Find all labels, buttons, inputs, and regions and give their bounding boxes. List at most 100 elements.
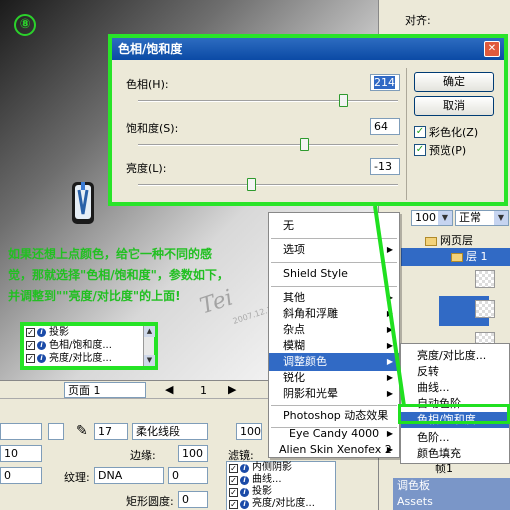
submenu-item-invert[interactable]: 反转 [401, 364, 509, 380]
hue-field[interactable]: 214 [370, 74, 400, 91]
layer-thumbnail[interactable] [475, 300, 495, 318]
ok-button[interactable]: 确定 [414, 72, 494, 92]
tutorial-line: 并调整到""亮度/对比度"的上面! [8, 289, 181, 303]
info-icon: i [37, 341, 46, 350]
lightness-slider-track[interactable] [138, 184, 398, 186]
submenu-item-color-fill[interactable]: 颜色填充 [401, 446, 509, 462]
stroke-color-swatch[interactable] [48, 423, 64, 440]
check-icon[interactable]: ✓ [414, 126, 426, 138]
edge-value-field[interactable]: 100 [178, 445, 208, 462]
menu-item-shadow-glow[interactable]: 阴影和光晕 ▶ [269, 385, 399, 403]
pencil-icon[interactable]: ✎ [76, 423, 88, 439]
folder-icon [451, 252, 463, 262]
align-label: 对齐: [405, 14, 431, 27]
filter-context-menu: 无 选项 ▶ Shield Style 其他 ▶ 斜角和浮雕 ▶ 杂点 ▶ 模糊 ▶ 调整… [268, 212, 400, 458]
filter-list: ✓ i 内侧阴影 ✓ i 曲线... ✓ i 投影 ✓ i 亮度/对比度... [226, 461, 336, 510]
tutorial-text: 如果还想上点颜色，给它一种不同的感 觉，那就选择"色相/饱和度"，参数如下， 并… [8, 244, 278, 307]
submenu-arrow-icon: ▶ [386, 245, 393, 254]
submenu-item-curves[interactable]: 曲线... [401, 380, 509, 396]
checkbox-icon[interactable]: ✓ [229, 499, 238, 509]
cancel-button[interactable]: 取消 [414, 96, 494, 116]
info-icon: i [240, 487, 249, 497]
dialog-title: 色相/饱和度 [118, 42, 183, 56]
lightness-slider-thumb[interactable] [247, 178, 257, 191]
layer-row-1[interactable]: 层 1 [401, 248, 510, 266]
next-page-icon[interactable]: ▶ [228, 383, 236, 396]
lightness-field[interactable]: -13 [370, 158, 400, 175]
mini-filter-list: ✓ i 投影 ✓ i 色相/饱和度... ✓ i 亮度/对比度... ▲ ▼ [20, 322, 158, 370]
checkbox-icon[interactable]: ✓ [229, 475, 238, 485]
colorize-checkbox[interactable]: ✓ 彩色化(Z) [414, 124, 478, 140]
menu-item-options[interactable]: 选项 ▶ [269, 241, 399, 259]
lightness-label: 亮度(L): [126, 162, 167, 175]
dialog-title-bar[interactable]: 色相/饱和度 ✕ [112, 38, 504, 60]
brush-size-field[interactable]: 17 [94, 423, 128, 440]
filter-item[interactable]: ✓ i 投影 [227, 486, 335, 498]
filter-item[interactable]: ✓ i 投影 [24, 326, 154, 339]
filter-item[interactable]: ✓ i 曲线... [227, 474, 335, 486]
close-icon[interactable]: ✕ [484, 41, 500, 57]
saturation-field[interactable]: 64 [370, 118, 400, 135]
scrollbar[interactable]: ▲ ▼ [143, 326, 155, 366]
edge-type-select[interactable]: 柔化线段 [132, 423, 208, 440]
opacity-field[interactable]: 100 [236, 423, 262, 440]
submenu-arrow-icon: ▶ [386, 445, 393, 454]
chevron-down-icon: ▼ [438, 211, 452, 225]
texture-select[interactable]: DNA [94, 467, 164, 484]
preview-checkbox[interactable]: ✓ 预览(P) [414, 142, 466, 158]
texture-amount-field[interactable]: 0 [168, 467, 208, 484]
saturation-slider-thumb[interactable] [300, 138, 310, 151]
menu-separator [271, 262, 397, 263]
menu-separator [271, 286, 397, 287]
page-select[interactable]: 页面 1 [64, 382, 146, 398]
scroll-up-icon[interactable]: ▲ [144, 326, 155, 337]
tutorial-line: 觉，那就选择"色相/饱和度"，参数如下， [8, 268, 229, 282]
info-icon: i [37, 328, 46, 337]
menu-item-none[interactable]: 无 [269, 217, 399, 235]
checkbox-icon[interactable]: ✓ [229, 487, 238, 497]
checkbox-icon[interactable]: ✓ [26, 341, 35, 350]
scroll-down-icon[interactable]: ▼ [144, 355, 155, 366]
tutorial-line: 如果还想上点颜色，给它一种不同的感 [8, 247, 213, 261]
prev-page-icon[interactable]: ◀ [165, 383, 173, 396]
menu-separator [271, 405, 397, 406]
left-field-3[interactable]: 0 [0, 467, 42, 484]
layer-opacity-select[interactable]: 100 ▼ [411, 210, 453, 226]
menu-item-xenofex[interactable]: Alien Skin Xenofex 2 ▶ [269, 441, 399, 459]
menu-item-shield-style[interactable]: Shield Style [269, 265, 399, 283]
left-field-1[interactable] [0, 423, 42, 440]
edge-label: 边缘: [130, 449, 156, 462]
hue-slider-track[interactable] [138, 100, 398, 102]
annotation-highlight-box [398, 404, 510, 424]
step-number-badge: ⑧ [14, 14, 36, 36]
filter-item[interactable]: ✓ i 亮度/对比度... [24, 352, 154, 365]
checkbox-icon[interactable]: ✓ [26, 328, 35, 337]
hue-label: 色相(H): [126, 78, 169, 91]
filter-item[interactable]: ✓ i 内侧阴影 [227, 462, 335, 474]
menu-separator [271, 238, 397, 239]
saturation-slider-track[interactable] [138, 144, 398, 146]
panel-section-palette[interactable]: 调色板 [393, 478, 510, 494]
submenu-item-levels[interactable]: 色阶... [401, 430, 509, 446]
info-icon: i [240, 463, 249, 473]
checkbox-icon[interactable]: ✓ [26, 354, 35, 363]
page-number: 1 [200, 384, 207, 397]
panel-section-assets[interactable]: Assets [393, 494, 510, 510]
filter-item[interactable]: ✓ i 色相/饱和度... [24, 339, 154, 352]
roundness-label: 矩形圆度: [126, 495, 174, 508]
left-field-2[interactable]: 10 [0, 445, 42, 462]
chevron-down-icon: ▼ [494, 211, 508, 225]
info-icon: i [240, 499, 249, 509]
checkbox-icon[interactable]: ✓ [229, 463, 238, 473]
menu-item-photoshop-effects[interactable]: Photoshop 动态效果 [269, 407, 399, 425]
info-icon: i [37, 354, 46, 363]
blend-mode-select[interactable]: 正常 ▼ [455, 210, 509, 226]
layer-thumbnail[interactable] [475, 270, 495, 288]
texture-label: 纹理: [64, 471, 90, 484]
check-icon[interactable]: ✓ [414, 144, 426, 156]
filter-item[interactable]: ✓ i 亮度/对比度... [227, 498, 335, 510]
submenu-item-brightness-contrast[interactable]: 亮度/对比度... [401, 348, 509, 364]
roundness-field[interactable]: 0 [178, 491, 208, 508]
hue-slider-thumb[interactable] [339, 94, 349, 107]
dialog-divider [406, 68, 407, 200]
